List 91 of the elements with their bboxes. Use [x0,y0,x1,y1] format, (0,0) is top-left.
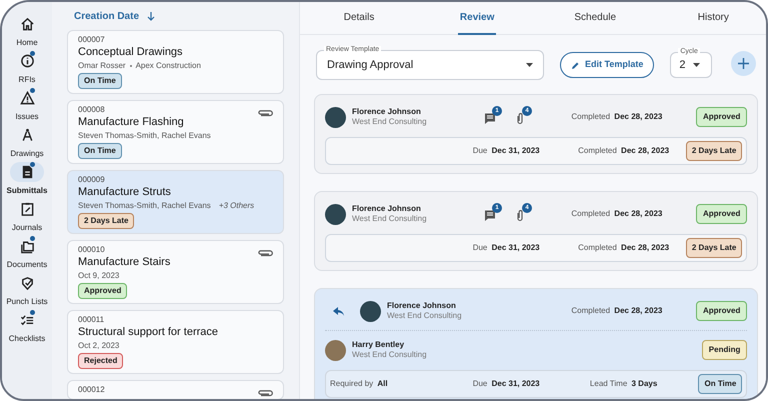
comment-icon [484,112,496,125]
date-label: Completed Dec 28, 2023 [571,111,662,123]
pencil-icon [571,60,580,70]
warning-icon [20,90,34,106]
reviewer-name: Florence Johnson [387,301,457,311]
submittal-number: 000010 [78,244,105,255]
avatar [325,106,346,128]
submittal-card[interactable]: 000007 Conceptual Drawings Omar Rosser Apex Construction On Time [67,30,284,94]
avatar [325,204,346,224]
status-badge: Approved [696,301,748,321]
plus-icon [738,58,750,68]
nav-item[interactable]: RFIs [2,51,52,84]
tab[interactable]: History [696,2,731,35]
status-badge: On Time [698,374,742,394]
submittal-card[interactable]: 000012 [67,380,284,399]
reviewer-company: West End Consulting [352,214,428,224]
review-card[interactable]: Florence Johnson West End Consulting Completed Dec 28, 2023 Approved Harry Bentley West End Consulting Pending Required by All Due Dec 31, 2023 Lead Time 3 Days On Time [314,288,758,399]
others-count: +3 Others [218,200,254,211]
nav-item[interactable]: Issues [2,88,52,121]
submittal-number: 000008 [78,104,105,115]
submittal-title: Structural support for terrace [78,325,218,340]
submittal-number: 000007 [78,34,105,45]
compass-icon [20,127,34,143]
status-badge: 2 Days Late [686,141,742,161]
reviewer-company: West End Consulting [387,311,463,321]
submittal-meta: Omar Rosser [78,60,126,71]
status-badge: 2 Days Late [78,213,134,229]
nav-item[interactable]: Journals [2,199,52,232]
nav-item[interactable]: Checklists [2,310,52,343]
date-label: Due Dec 31, 2023 [472,378,540,390]
submittal-number: 000012 [78,384,105,395]
reviewer-name: Harry Bentley [352,340,406,350]
sort-button[interactable]: Creation Date [74,8,140,24]
submittal-title: Manufacture Struts [78,185,171,200]
submittal-title: Manufacture Stairs [78,255,170,270]
avatar [325,340,346,360]
date-label: Completed Dec 28, 2023 [578,242,670,254]
clipboard-icon [20,201,34,217]
submittal-card[interactable]: 000010 Manufacture Stairs Oct 9, 2023 Approved [67,240,284,304]
submittal-number: 000011 [78,314,104,325]
submittal-card[interactable]: 000009 Manufacture Struts Steven Thomas-Smith, Rachel Evans +3 Others 2 Days Late [67,170,284,234]
edit-template-button[interactable]: Edit Template [560,52,654,78]
submittal-number: 000009 [78,174,105,185]
submittal-title: Conceptual Drawings [78,45,183,60]
home-icon [20,16,34,32]
date-label: Lead Time 3 Days [590,378,658,390]
status-badge: Approved [696,204,748,224]
date-label: Completed Dec 28, 2023 [571,208,662,220]
date-label: Required by All [330,378,388,390]
field-value: 2 [679,58,686,73]
status-badge: On Time [78,73,122,89]
tab[interactable]: Review [458,2,496,35]
status-badge: Pending [702,340,748,360]
reviewer-name: Florence Johnson [352,204,422,214]
submittal-meta: Steven Thomas-Smith, Rachel Evans [78,200,211,211]
date-label: Completed Dec 28, 2023 [571,305,662,317]
nav-item[interactable]: Submittals [2,162,52,195]
status-badge: On Time [78,143,122,159]
add-button[interactable] [731,50,756,76]
date-label: Due Dec 31, 2023 [472,242,540,254]
status-badge: Approved [78,283,128,299]
reviewer-company: West End Consulting [352,350,428,360]
arrow-down-icon [147,11,156,21]
date-label: Due Dec 31, 2023 [472,145,540,157]
info-icon [20,53,34,69]
nav-item[interactable]: Documents [2,236,52,269]
nav-item[interactable]: Home [2,14,52,47]
nav-item[interactable]: Drawings [2,125,52,158]
submittal-card[interactable]: 000008 Manufacture Flashing Steven Thomas-Smith, Rachel Evans On Time [67,100,284,164]
submittal-meta: Apex Construction [136,60,201,71]
tab[interactable]: Schedule [572,2,618,35]
shield-check-icon [20,275,34,291]
submittal-card[interactable]: 000011 Structural support for terrace Oct 2, 2023 Rejected [67,310,284,374]
comment-icon [484,209,496,222]
submittal-meta: Oct 9, 2023 [78,270,120,281]
submittal-meta: Oct 2, 2023 [78,340,120,351]
status-badge: Rejected [78,353,124,369]
submittal-meta: Steven Thomas-Smith, Rachel Evans [78,130,211,141]
reply-icon[interactable] [333,306,344,316]
status-badge: 2 Days Late [686,238,742,258]
reviewer-name: Florence Johnson [352,107,422,117]
field-value: Drawing Approval [327,58,414,73]
reviewer-company: West End Consulting [352,117,428,127]
caret-icon [693,63,700,67]
caret-icon [526,63,533,67]
avatar [360,300,381,322]
status-badge: Approved [696,107,748,127]
date-label: Completed Dec 28, 2023 [578,145,670,157]
nav-item[interactable]: Punch Lists [2,273,52,306]
tab[interactable]: Details [342,2,376,35]
submittal-title: Manufacture Flashing [78,115,184,130]
